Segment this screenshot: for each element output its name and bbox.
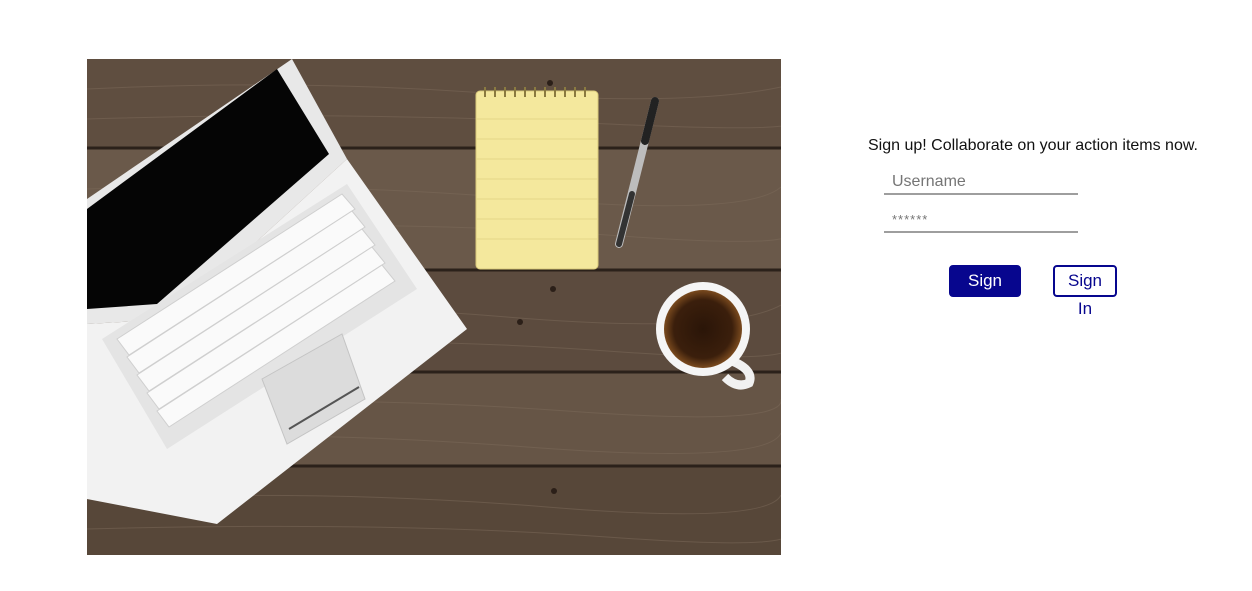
username-input[interactable]	[884, 171, 1078, 195]
sign-in-button[interactable]: Sign In	[1053, 265, 1117, 318]
page: Sign up! Collaborate on your action item…	[0, 0, 1252, 591]
hero-image	[87, 59, 781, 555]
sign-up-button[interactable]: Sign Up	[949, 265, 1021, 318]
signup-tagline: Sign up! Collaborate on your action item…	[868, 137, 1198, 154]
signup-form: Sign up! Collaborate on your action item…	[868, 136, 1228, 318]
password-input[interactable]	[884, 209, 1078, 233]
